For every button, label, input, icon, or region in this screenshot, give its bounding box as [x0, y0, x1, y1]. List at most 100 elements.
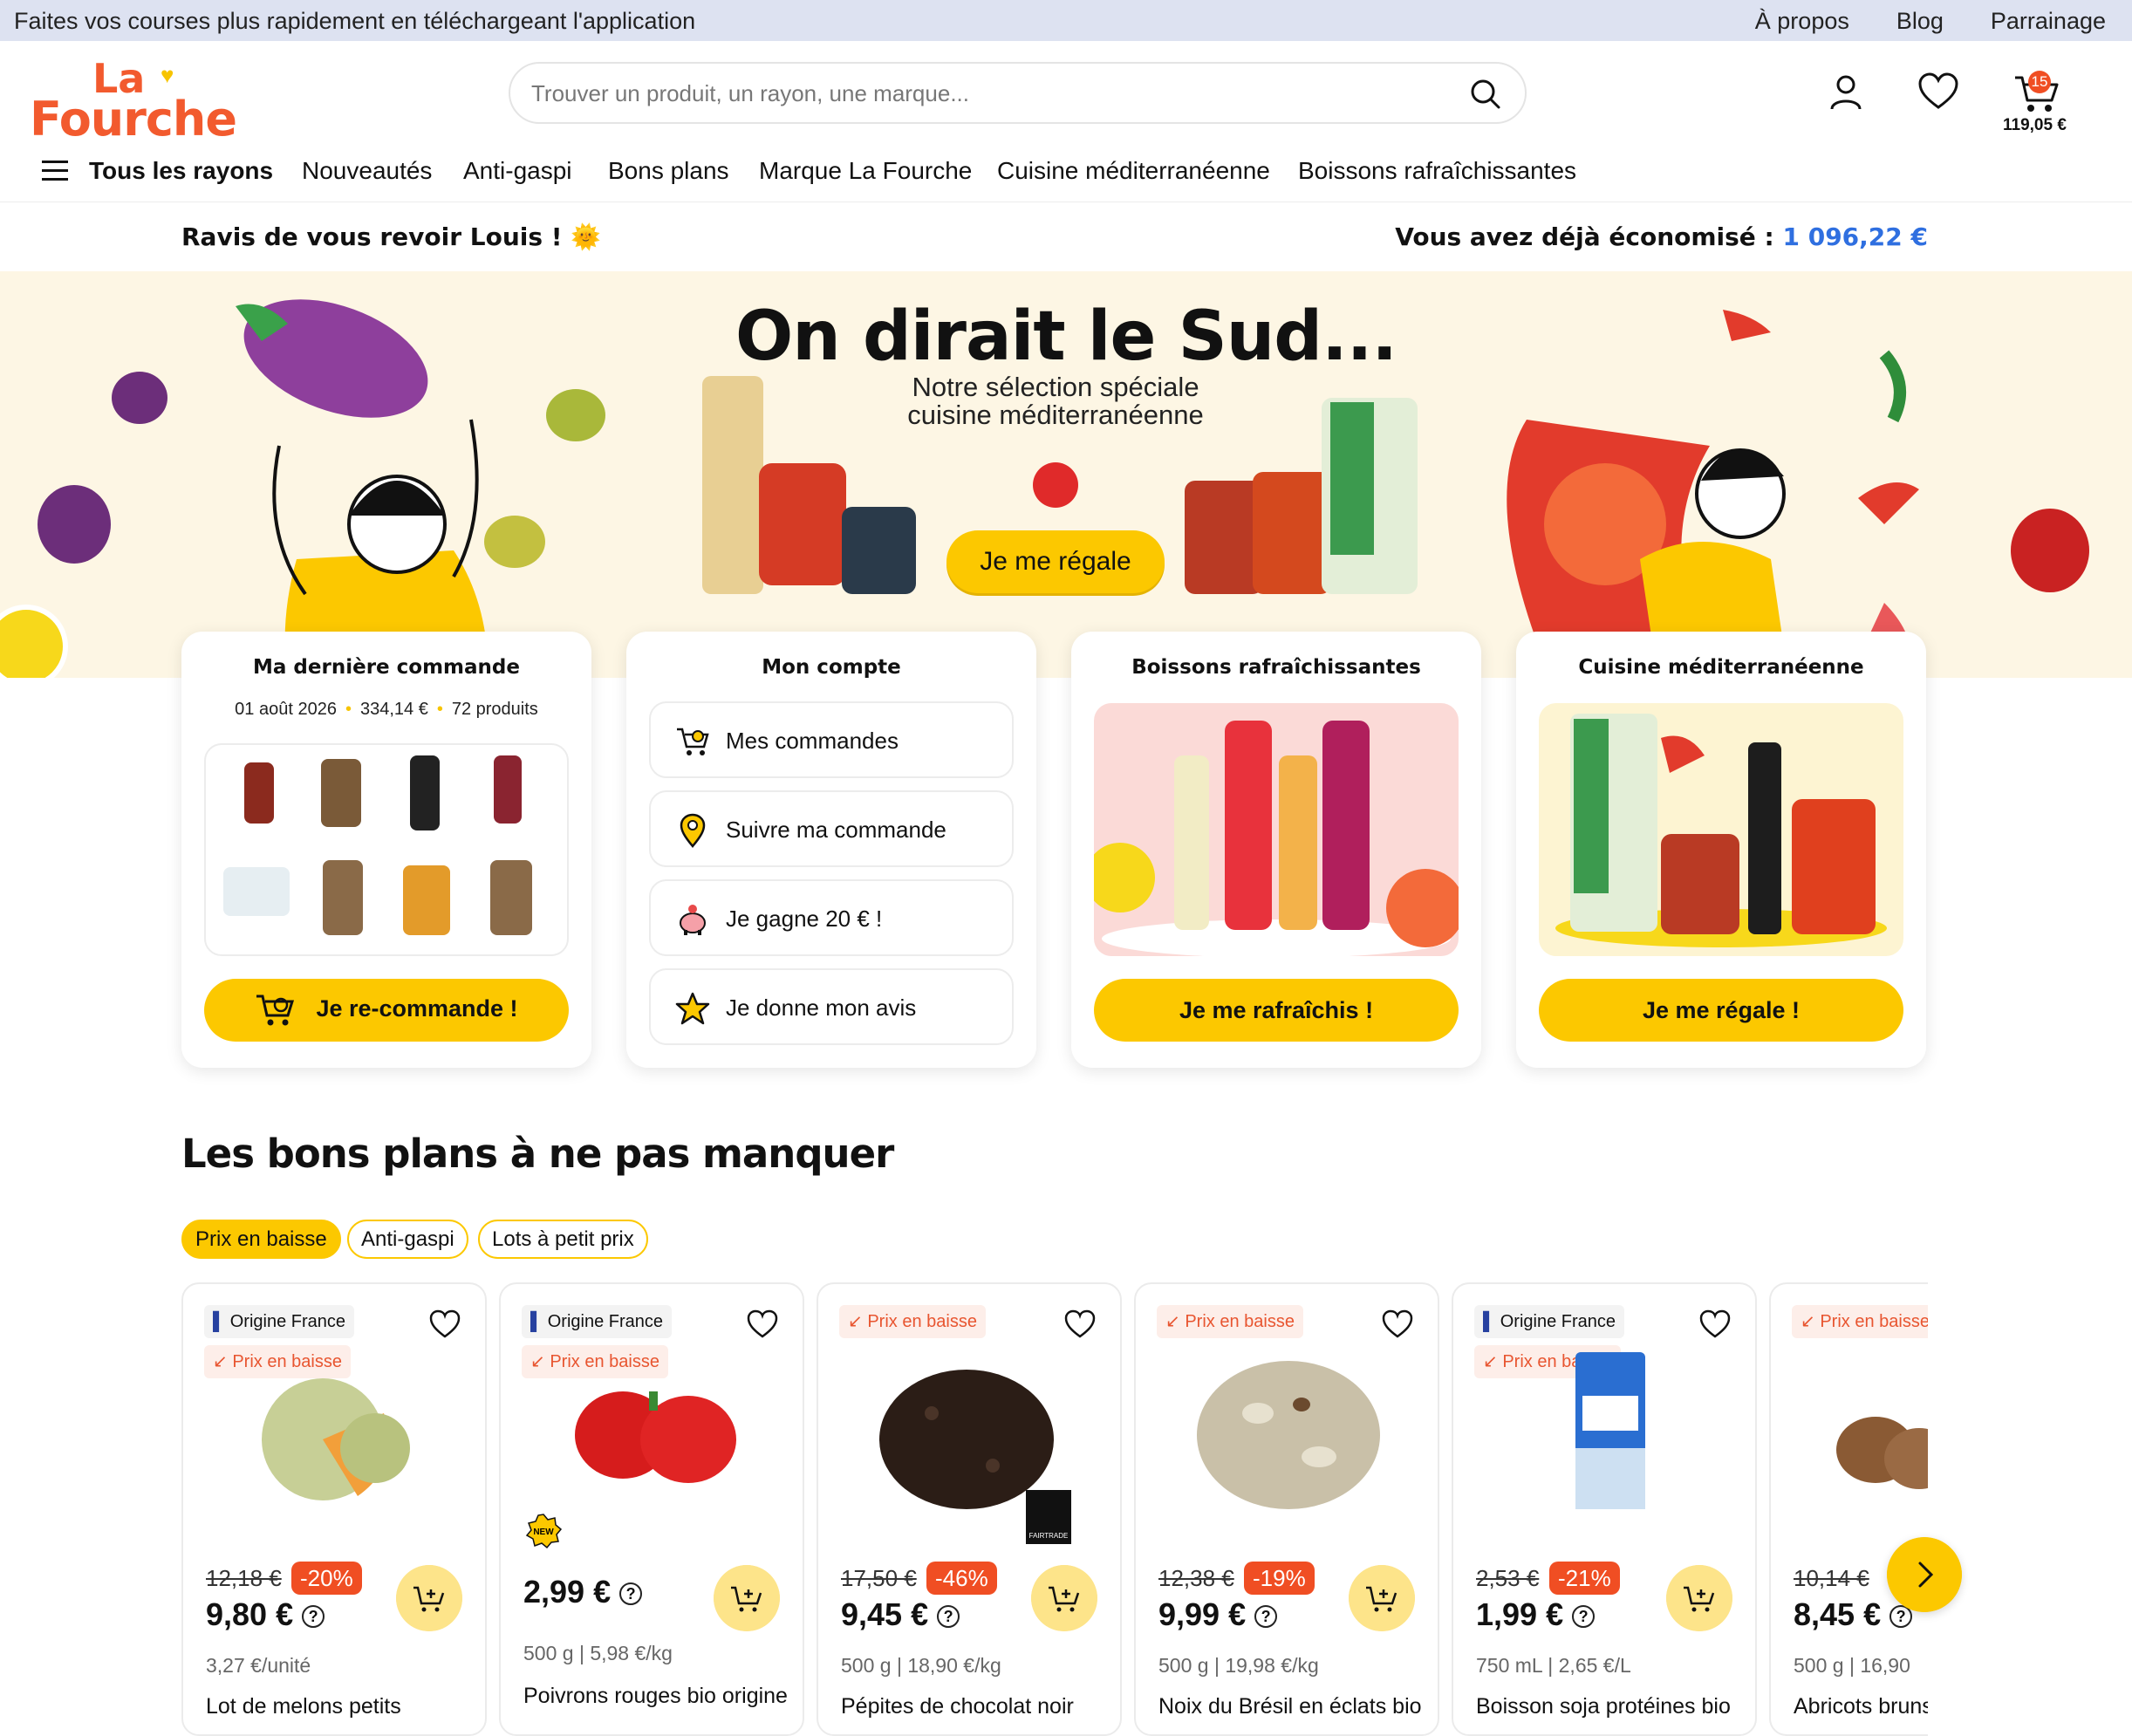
- favorite-heart-icon[interactable]: [747, 1309, 778, 1340]
- chip-anti-waste[interactable]: Anti-gaspi: [347, 1220, 468, 1259]
- france-flag-icon: ▌: [530, 1312, 543, 1331]
- cart-count-badge: 15: [2028, 71, 2051, 93]
- nav-item-deals[interactable]: Bons plans: [608, 157, 729, 185]
- last-order-products[interactable]: [204, 743, 569, 956]
- price-drop-arrow-icon: ↙: [530, 1352, 545, 1371]
- last-order-card: Ma dernière commande 01 août 2026 • 334,14…: [181, 632, 591, 1068]
- drinks-image[interactable]: [1094, 703, 1459, 956]
- product-thumb: [321, 759, 361, 827]
- logo[interactable]: La ♥ Fourche: [30, 55, 237, 151]
- app-promo-text[interactable]: Faites vos courses plus rapidement en té…: [14, 8, 695, 35]
- account-icon[interactable]: [1827, 72, 1865, 111]
- last-order-count: 72 produits: [451, 700, 538, 719]
- price-drop-label: Prix en baisse: [1820, 1312, 1928, 1331]
- menu-icon[interactable]: [42, 157, 68, 183]
- product-name[interactable]: Boisson soja protéines bio: [1476, 1694, 1731, 1719]
- product-name[interactable]: Noix du Brésil en éclats bio: [1158, 1694, 1422, 1719]
- product-card[interactable]: ▌ Origine France ↙ Prix en baisse 2,53 €…: [1452, 1282, 1757, 1736]
- mediterranean-image[interactable]: [1539, 703, 1903, 956]
- favorite-heart-icon[interactable]: [1699, 1309, 1731, 1340]
- product-name[interactable]: Pépites de chocolat noir: [841, 1694, 1074, 1719]
- origin-label: Origine France: [229, 1312, 346, 1331]
- add-to-cart-button[interactable]: [1666, 1565, 1732, 1631]
- nav-item-drinks[interactable]: Boissons rafraîchissantes: [1298, 157, 1576, 185]
- product-card[interactable]: ↙ Prix en baisse 12,38 € -19% 9,99 €? 50…: [1134, 1282, 1439, 1736]
- hero-cta-button[interactable]: Je me régale: [946, 530, 1165, 593]
- nav-all-departments[interactable]: Tous les rayons: [89, 157, 273, 185]
- add-to-cart-button[interactable]: [1349, 1565, 1415, 1631]
- chip-price-drop[interactable]: Prix en baisse: [181, 1220, 341, 1259]
- price-drop-tag: ↙ Prix en baisse: [839, 1305, 986, 1338]
- track-order-link[interactable]: Suivre ma commande: [649, 790, 1014, 867]
- add-to-cart-button[interactable]: [1031, 1565, 1097, 1631]
- account-card: Mon compte Mes commandes Suivre ma comma…: [626, 632, 1036, 1068]
- favorites-heart-icon[interactable]: [1917, 72, 1959, 111]
- search-input[interactable]: [531, 78, 1404, 109]
- help-icon[interactable]: ?: [619, 1582, 643, 1606]
- referral-link[interactable]: Parrainage: [1991, 8, 2106, 35]
- give-review-link[interactable]: Je donne mon avis: [649, 968, 1014, 1045]
- drinks-button[interactable]: Je me rafraîchis !: [1094, 979, 1459, 1042]
- add-to-cart-button[interactable]: [396, 1565, 462, 1631]
- help-icon[interactable]: ?: [302, 1605, 325, 1629]
- hero-banner[interactable]: On dirait le Sud... Notre sélection spéc…: [0, 271, 2132, 678]
- reorder-button[interactable]: Je re-commande !: [204, 979, 569, 1042]
- my-orders-link[interactable]: Mes commandes: [649, 701, 1014, 778]
- top-banner: Faites vos courses plus rapidement en té…: [0, 0, 2132, 41]
- product-thumb: [403, 865, 450, 935]
- search-bar: [509, 62, 1527, 124]
- price-drop-arrow-icon: ↙: [213, 1352, 228, 1371]
- favorite-heart-icon[interactable]: [1064, 1309, 1096, 1340]
- product-card[interactable]: ↙ Prix en baisse FAIRTRADE 17,50 € -46% …: [817, 1282, 1122, 1736]
- volume: 750 mL: [1476, 1654, 1542, 1677]
- product-card[interactable]: ▌ Origine France ↙ Prix en baisse 12,18 …: [181, 1282, 487, 1736]
- price-drop-arrow-icon: ↙: [848, 1312, 863, 1331]
- origin-tag: ▌ Origine France: [1474, 1305, 1625, 1338]
- last-order-meta: 01 août 2026 • 334,14 € • 72 produits: [181, 700, 591, 720]
- sun-icon: 🌞: [571, 222, 602, 251]
- product-name[interactable]: Lot de melons petits: [206, 1694, 401, 1719]
- price-per-kg: 19,98 €/kg: [1225, 1654, 1319, 1677]
- logo-line2: Fourche: [30, 92, 237, 147]
- price-drop-label: Prix en baisse: [1185, 1312, 1295, 1331]
- chip-bundles[interactable]: Lots à petit prix: [478, 1220, 648, 1259]
- favorite-heart-icon[interactable]: [1382, 1309, 1413, 1340]
- price-value: 8,45 €: [1794, 1596, 1882, 1632]
- reorder-label: Je re-commande !: [316, 995, 518, 1022]
- my-orders-label: Mes commandes: [726, 728, 899, 754]
- favorite-heart-icon[interactable]: [429, 1309, 461, 1340]
- product-thumb: [223, 867, 290, 916]
- old-price: 10,14 €: [1794, 1565, 1869, 1591]
- blog-link[interactable]: Blog: [1896, 8, 1944, 35]
- nav-item-anti-waste[interactable]: Anti-gaspi: [463, 157, 572, 185]
- product-card[interactable]: ↙ Prix en baisse 10,14 € 8,45 €? 500 g |…: [1769, 1282, 1928, 1736]
- add-to-cart-button[interactable]: [714, 1565, 780, 1631]
- search-icon[interactable]: [1469, 78, 1502, 111]
- nav-item-mediterranean[interactable]: Cuisine méditerranéenne: [997, 157, 1270, 185]
- nav-item-brand[interactable]: Marque La Fourche: [759, 157, 972, 185]
- carousel-next-button[interactable]: [1887, 1537, 1962, 1612]
- last-order-amount: 334,14 €: [359, 700, 428, 719]
- drinks-illustration: [1094, 721, 1459, 956]
- fairtrade-badge: FAIRTRADE: [1026, 1490, 1071, 1544]
- weight: 500 g: [1158, 1654, 1209, 1677]
- help-icon[interactable]: ?: [1572, 1605, 1596, 1629]
- help-icon[interactable]: ?: [937, 1605, 960, 1629]
- mediterranean-button[interactable]: Je me régale !: [1539, 979, 1903, 1042]
- new-badge-icon: NEW: [525, 1514, 562, 1549]
- new-badge-text: NEW: [533, 1528, 554, 1537]
- nav-item-new[interactable]: Nouveautés: [302, 157, 432, 185]
- old-price: 12,18 €: [206, 1565, 282, 1591]
- product-name[interactable]: Abricots bruns: [1794, 1694, 1928, 1719]
- product-name[interactable]: Poivrons rouges bio origine: [523, 1684, 788, 1709]
- mediterranean-title: Cuisine méditerranéenne: [1578, 656, 1864, 679]
- about-link[interactable]: À propos: [1755, 8, 1849, 35]
- product-card[interactable]: ▌ Origine France ↙ Prix en baisse NEW 2,…: [499, 1282, 804, 1736]
- product-image: [1575, 1352, 1645, 1509]
- weight: 500 g: [841, 1654, 892, 1677]
- france-flag-icon: ▌: [1483, 1312, 1496, 1331]
- help-icon[interactable]: ?: [1254, 1605, 1278, 1629]
- hero-subtitle-line1: Notre sélection spéciale: [912, 372, 1199, 402]
- price-drop-tag: ↙ Prix en baisse: [1157, 1305, 1303, 1338]
- referral-reward-link[interactable]: Je gagne 20 € !: [649, 879, 1014, 956]
